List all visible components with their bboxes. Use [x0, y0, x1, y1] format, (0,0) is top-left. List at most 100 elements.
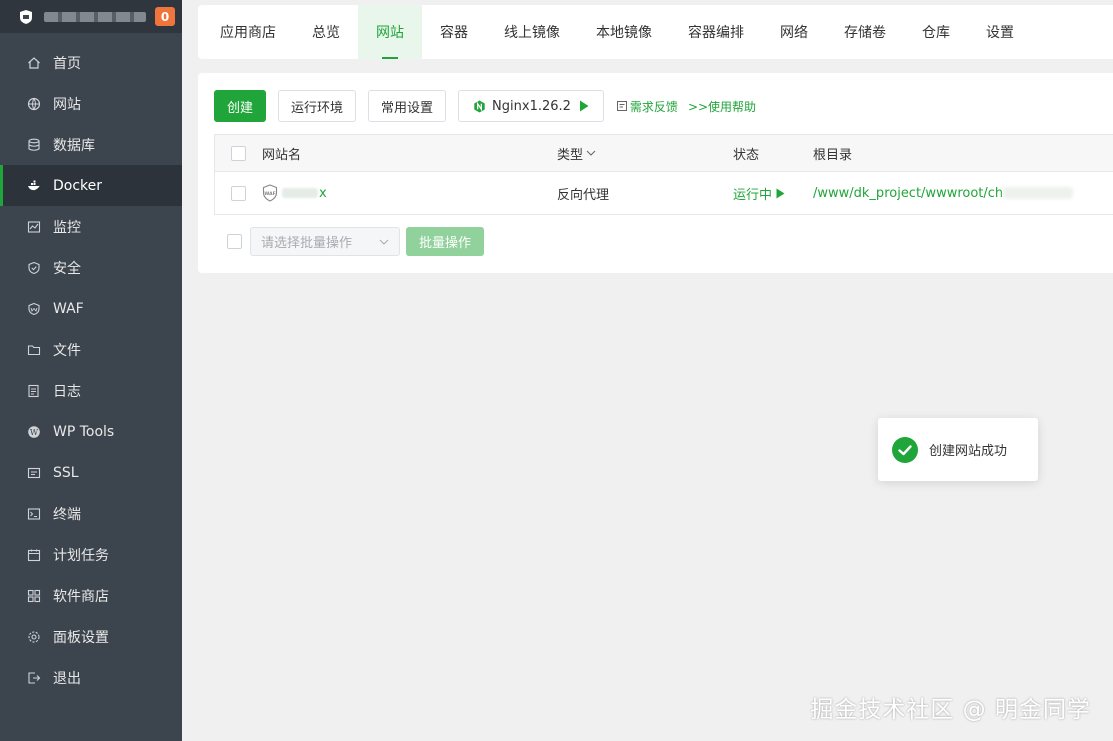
- site-status[interactable]: 运行中: [733, 184, 813, 203]
- sidebar-item-label: WAF: [53, 300, 84, 317]
- sidebar-item-home[interactable]: 首页: [0, 42, 182, 83]
- ssl-icon: [27, 466, 41, 480]
- batch-checkbox[interactable]: [227, 234, 242, 249]
- header-status: 状态: [733, 147, 760, 163]
- sidebar-item-security[interactable]: 安全: [0, 247, 182, 288]
- toolbar: 创建 运行环境 常用设置 Nginx1.26.2 需求反馈 >>使用帮助: [214, 90, 766, 122]
- table-row: WAF x 反向代理 运行中 /www/dk_project/wwwroot/c…: [215, 172, 1113, 214]
- tab-settings[interactable]: 设置: [968, 5, 1032, 59]
- sidebar-item-label: WP Tools: [53, 423, 115, 440]
- common-settings-button[interactable]: 常用设置: [368, 90, 447, 122]
- apps-icon: [27, 589, 41, 603]
- sidebar-item-cron[interactable]: 计划任务: [0, 534, 182, 575]
- svg-text:W: W: [30, 428, 39, 437]
- waf-shield-icon: [27, 302, 41, 316]
- sidebar-item-ssl[interactable]: SSL: [0, 452, 182, 493]
- sidebar-item-waf[interactable]: WAF: [0, 288, 182, 329]
- sidebar-item-appstore[interactable]: 软件商店: [0, 575, 182, 616]
- sidebar-item-website[interactable]: 网站: [0, 83, 182, 124]
- chevron-down-icon: [586, 150, 596, 156]
- nginx-service-button[interactable]: Nginx1.26.2: [458, 90, 604, 122]
- header-root: 根目录: [813, 147, 853, 163]
- globe-icon: [27, 97, 41, 111]
- tab-registry[interactable]: 仓库: [904, 5, 968, 59]
- sidebar-item-label: 软件商店: [53, 588, 109, 605]
- calendar-icon: [27, 548, 41, 562]
- log-icon: [27, 384, 41, 398]
- runtime-env-button[interactable]: 运行环境: [278, 90, 357, 122]
- batch-action-button[interactable]: 批量操作: [406, 227, 485, 256]
- sidebar-item-database[interactable]: 数据库: [0, 124, 182, 165]
- header-name[interactable]: 网站名: [262, 144, 557, 163]
- monitor-icon: [27, 220, 41, 234]
- nginx-icon: [474, 99, 485, 113]
- batch-select-placeholder: 请选择批量操作: [261, 236, 353, 251]
- site-name-link[interactable]: x: [319, 186, 327, 201]
- sidebar-item-label: 文件: [53, 342, 81, 359]
- tab-app-store[interactable]: 应用商店: [202, 5, 294, 59]
- svg-text:WAF: WAF: [264, 191, 275, 197]
- wordpress-icon: W: [27, 425, 41, 439]
- status-label: 运行中: [733, 187, 773, 203]
- tab-network[interactable]: 网络: [762, 5, 826, 59]
- shield-icon: [27, 261, 41, 275]
- sidebar-item-label: 监控: [53, 219, 81, 236]
- tab-overview[interactable]: 总览: [294, 5, 358, 59]
- sidebar-item-label: 数据库: [53, 137, 95, 154]
- sidebar-item-label: Docker: [53, 177, 103, 194]
- table-header: 网站名 类型 状态 根目录: [215, 135, 1113, 172]
- home-icon: [27, 56, 41, 70]
- play-icon: [579, 100, 589, 112]
- notification-badge[interactable]: 0: [155, 7, 175, 26]
- root-path-text: /www/dk_project/wwwroot/ch: [813, 185, 1004, 201]
- website-panel: 创建 运行环境 常用设置 Nginx1.26.2 需求反馈 >>使用帮助 网站名…: [198, 73, 1113, 273]
- sidebar-item-wptools[interactable]: W WP Tools: [0, 411, 182, 452]
- sidebar-item-terminal[interactable]: 终端: [0, 493, 182, 534]
- tab-website[interactable]: 网站: [358, 5, 422, 59]
- watermark: 掘金技术社区 @ 明金同学: [810, 697, 1091, 723]
- tab-local-images[interactable]: 本地镜像: [578, 5, 670, 59]
- sidebar-item-label: 首页: [53, 55, 81, 72]
- chevron-down-icon: [379, 239, 389, 245]
- sidebar: 0 首页 网站 数据库 Docker 监控 安全 WAF 文件 日志 W WP …: [0, 0, 182, 741]
- help-link[interactable]: >>使用帮助: [688, 98, 756, 115]
- select-all-checkbox[interactable]: [231, 145, 246, 161]
- terminal-icon: [27, 507, 41, 521]
- tab-compose[interactable]: 容器编排: [670, 5, 762, 59]
- sidebar-item-logout[interactable]: 退出: [0, 657, 182, 698]
- sidebar-item-label: 网站: [53, 96, 81, 113]
- batch-bar: 请选择批量操作 批量操作: [227, 227, 485, 256]
- create-button[interactable]: 创建: [214, 90, 267, 122]
- sidebar-item-files[interactable]: 文件: [0, 329, 182, 370]
- sidebar-item-label: 面板设置: [53, 629, 109, 646]
- header-type[interactable]: 类型: [557, 144, 733, 163]
- sidebar-nav: 首页 网站 数据库 Docker 监控 安全 WAF 文件 日志 W WP To…: [0, 42, 182, 698]
- feedback-link[interactable]: 需求反馈: [616, 98, 678, 115]
- batch-select[interactable]: 请选择批量操作: [250, 227, 400, 256]
- sidebar-item-logs[interactable]: 日志: [0, 370, 182, 411]
- docker-icon: [27, 179, 41, 193]
- sidebar-item-label: 安全: [53, 260, 81, 277]
- sidebar-item-monitor[interactable]: 监控: [0, 206, 182, 247]
- row-checkbox[interactable]: [231, 185, 246, 201]
- site-name-redacted: [282, 188, 318, 198]
- feedback-icon: [616, 101, 627, 111]
- folder-icon: [27, 343, 41, 357]
- header-type-label: 类型: [557, 147, 584, 163]
- sidebar-item-label: SSL: [53, 464, 79, 481]
- site-type: 反向代理: [557, 187, 610, 203]
- docker-tabs: 应用商店 总览 网站 容器 线上镜像 本地镜像 容器编排 网络 存储卷 仓库 设…: [198, 5, 1113, 59]
- tab-volumes[interactable]: 存储卷: [826, 5, 904, 59]
- site-root-path[interactable]: /www/dk_project/wwwroot/ch: [813, 186, 1113, 201]
- nginx-version: Nginx1.26.2: [492, 98, 571, 114]
- tab-containers[interactable]: 容器: [422, 5, 486, 59]
- sidebar-item-label: 终端: [53, 506, 81, 523]
- root-path-redacted: [1003, 187, 1074, 199]
- server-name-redacted: [44, 11, 146, 22]
- site-name-cell: WAF x: [262, 184, 557, 202]
- brand: 0: [0, 0, 182, 33]
- tab-online-images[interactable]: 线上镜像: [486, 5, 578, 59]
- sidebar-item-panel-settings[interactable]: 面板设置: [0, 616, 182, 657]
- database-icon: [27, 138, 41, 152]
- sidebar-item-docker[interactable]: Docker: [0, 165, 182, 206]
